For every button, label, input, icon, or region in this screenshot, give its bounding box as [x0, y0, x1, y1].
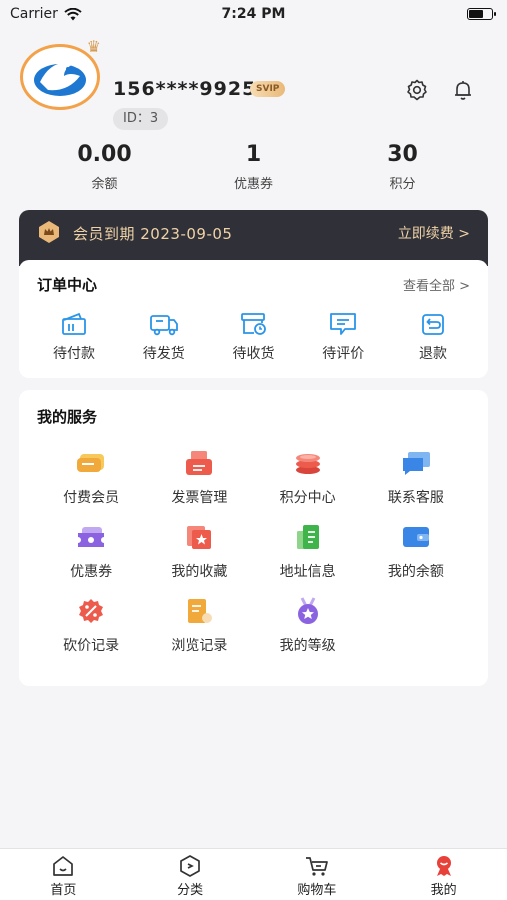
service-label: 地址信息	[279, 564, 336, 580]
bottom-tab-bar: 首页 分类 购物车 我的	[0, 848, 507, 900]
order-item-refund[interactable]: 退款	[398, 311, 468, 363]
service-label: 优惠券	[70, 564, 113, 580]
profile-header: ♛ 156****9925 SVIP ID：3	[0, 28, 507, 130]
my-services-card: 我的服务 付费会员 发票管理 积分中心 联系客服 优惠券 我的收藏 地址信息 我…	[19, 390, 488, 686]
stat-value: 30	[387, 142, 418, 167]
bargain-icon	[79, 599, 104, 623]
tab-home[interactable]: 首页	[23, 855, 103, 900]
member-card-icon	[77, 454, 105, 472]
wallet-icon	[62, 312, 86, 335]
order-item-label: 待收货	[232, 346, 275, 362]
service-label: 我的等级	[279, 638, 336, 654]
service-my-favorites[interactable]: 我的收藏	[145, 523, 253, 581]
order-item-to-ship[interactable]: 待发货	[129, 311, 199, 363]
logo-icon	[34, 62, 86, 96]
order-item-pending-payment[interactable]: 待付款	[39, 311, 109, 363]
view-all-orders-link[interactable]: 查看全部 >	[403, 275, 470, 294]
tab-cart[interactable]: 购物车	[277, 855, 357, 900]
vip-expiry-banner[interactable]: 会员到期 2023-09-05 立即续费 >	[19, 210, 488, 266]
stat-value: 1	[245, 142, 262, 167]
service-label: 联系客服	[387, 490, 444, 506]
history-icon	[188, 599, 213, 623]
comment-icon	[330, 313, 357, 335]
carrier-label: Carrier	[10, 6, 58, 22]
service-label: 发票管理	[171, 490, 228, 506]
refund-icon	[422, 314, 444, 335]
balance-icon	[402, 527, 429, 547]
service-label: 付费会员	[63, 490, 120, 506]
level-medal-icon	[297, 597, 318, 624]
order-item-label: 待付款	[53, 346, 95, 362]
tab-label: 分类	[177, 883, 204, 898]
vip-expiry-text: 会员到期 2023-09-05	[73, 225, 233, 243]
service-label: 砍价记录	[63, 638, 120, 654]
category-icon	[180, 855, 200, 877]
service-label: 我的收藏	[171, 564, 228, 580]
profile-icon	[436, 856, 451, 876]
order-item-label: 待评价	[322, 346, 365, 362]
order-center-title: 订单中心	[37, 276, 98, 294]
status-time: 7:24 PM	[221, 6, 286, 22]
service-label: 我的余额	[387, 564, 444, 580]
service-bargain-records[interactable]: 砍价记录	[37, 597, 145, 655]
order-item-to-review[interactable]: 待评价	[308, 311, 378, 363]
avatar[interactable]: ♛	[20, 37, 101, 110]
user-phone: 156****9925	[113, 78, 257, 100]
wifi-icon	[64, 7, 82, 20]
user-id-badge: ID：3	[113, 108, 169, 130]
home-icon	[53, 856, 74, 876]
tab-category[interactable]: 分类	[150, 855, 230, 900]
favorite-icon	[187, 526, 212, 549]
invoice-icon	[186, 451, 213, 475]
service-label: 浏览记录	[171, 638, 228, 654]
tab-label: 我的	[430, 883, 457, 898]
order-item-label: 退款	[419, 346, 447, 362]
status-bar: Carrier 7:24 PM	[0, 0, 507, 28]
service-paid-membership[interactable]: 付费会员	[37, 449, 145, 507]
svip-badge: SVIP	[250, 81, 286, 97]
box-clock-icon	[240, 313, 266, 335]
coins-icon	[295, 454, 320, 474]
stat-balance[interactable]: 0.00 余额	[50, 142, 160, 192]
tab-label: 首页	[50, 883, 77, 898]
renew-link[interactable]: 立即续费 >	[398, 223, 470, 243]
order-item-to-receive[interactable]: 待收货	[219, 311, 289, 363]
service-label: 积分中心	[279, 490, 336, 506]
stat-coupons[interactable]: 1 优惠券	[199, 142, 309, 192]
service-address-info[interactable]: 地址信息	[254, 523, 362, 581]
crown-icon: ♛	[86, 37, 101, 56]
cart-icon	[305, 857, 328, 876]
stat-label: 积分	[389, 177, 416, 192]
order-center-card: 订单中心 查看全部 > 待付款 待发货 待收货 待评价 退款	[19, 260, 488, 378]
address-icon	[296, 525, 319, 549]
service-my-balance[interactable]: 我的余额	[362, 523, 470, 581]
service-invoice-management[interactable]: 发票管理	[145, 449, 253, 507]
my-services-title: 我的服务	[37, 408, 98, 426]
battery-icon	[467, 8, 496, 20]
service-points-center[interactable]: 积分中心	[254, 449, 362, 507]
stat-points[interactable]: 30 积分	[348, 142, 458, 192]
service-contact-support[interactable]: 联系客服	[362, 449, 470, 507]
truck-icon	[149, 315, 178, 336]
bell-icon[interactable]	[451, 78, 475, 102]
coupon-icon	[78, 527, 105, 547]
stat-value: 0.00	[77, 142, 132, 167]
account-stats: 0.00 余额 1 优惠券 30 积分	[0, 142, 507, 192]
tab-label: 购物车	[297, 883, 337, 898]
service-browsing-history[interactable]: 浏览记录	[145, 597, 253, 655]
vip-badge-icon	[39, 221, 59, 243]
service-coupons[interactable]: 优惠券	[37, 523, 145, 581]
order-item-label: 待发货	[142, 346, 185, 362]
service-my-level[interactable]: 我的等级	[254, 597, 362, 655]
stat-label: 余额	[91, 177, 118, 192]
tab-profile[interactable]: 我的	[404, 855, 484, 900]
stat-label: 优惠券	[233, 177, 273, 192]
settings-gear-icon[interactable]	[405, 78, 429, 102]
chat-icon	[402, 452, 430, 475]
